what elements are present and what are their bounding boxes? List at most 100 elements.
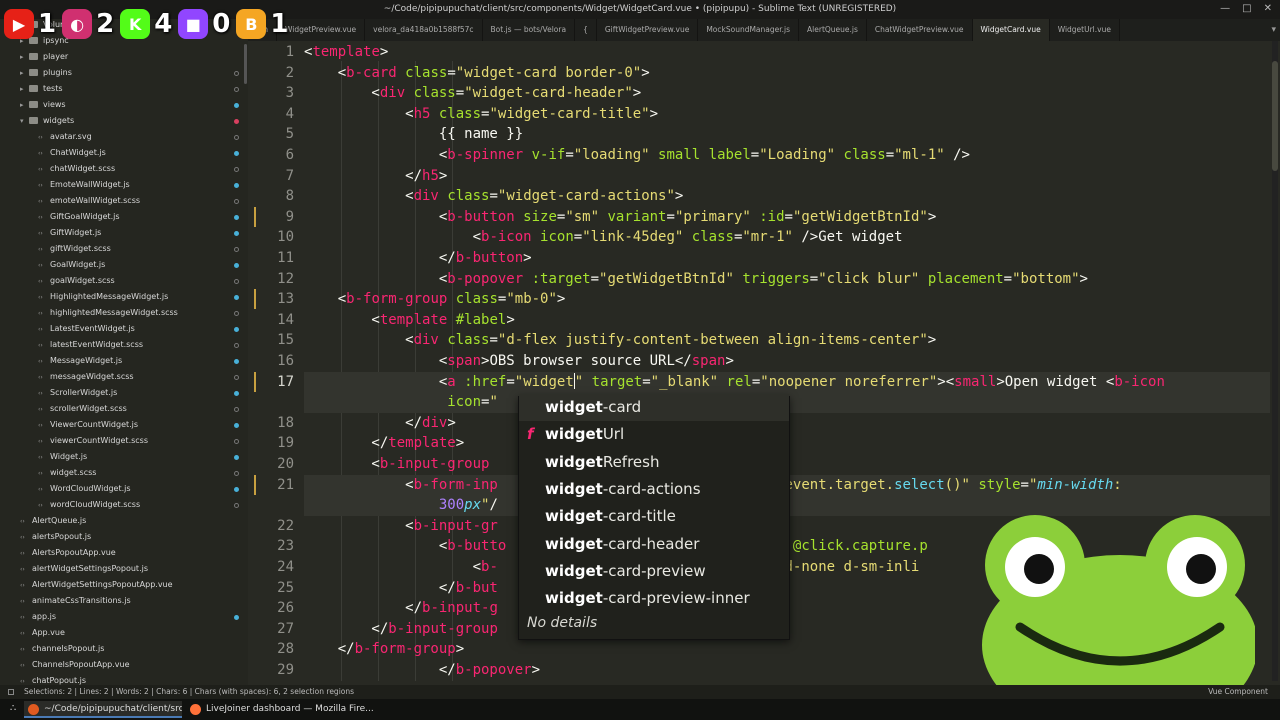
code-line[interactable]: <b-icon icon="link-45deg" class="mr-1" /… — [304, 227, 903, 248]
sidebar-item[interactable]: ‹› GoalWidget.js — [38, 257, 105, 273]
sidebar-item[interactable]: ‹› channelsPopout.js — [20, 641, 104, 657]
tab-1[interactable]: WidgetPreview.vue — [277, 19, 366, 41]
sidebar-item[interactable]: ▾ widgets — [20, 113, 74, 129]
sidebar-item[interactable]: ‹› ChatWidget.js — [38, 145, 106, 161]
sidebar-item[interactable]: ‹› app.js — [20, 609, 56, 625]
sidebar-item[interactable]: ‹› wordCloudWidget.scss — [38, 497, 140, 513]
code-line[interactable]: </template> — [304, 433, 464, 454]
autocomplete-item[interactable]: widget-card-title — [519, 503, 789, 530]
autocomplete-item[interactable]: widget-card-actions — [519, 476, 789, 503]
code-line[interactable]: <a :href="widget" target="_blank" rel="n… — [304, 371, 1270, 393]
code-line[interactable]: <b-popover :target="getWidgetBtnId" trig… — [304, 269, 1088, 290]
tab-2[interactable]: velora_da418a0b1588f57c — [365, 19, 483, 41]
code-line[interactable]: {{ name }} — [304, 124, 523, 145]
autocomplete-item[interactable]: widgetRefresh — [519, 449, 789, 476]
sidebar-item[interactable]: ‹› GiftGoalWidget.js — [38, 209, 120, 225]
sidebar-item[interactable]: ‹› animateCssTransitions.js — [20, 593, 131, 609]
chevron-right-icon[interactable]: ▸ — [20, 49, 29, 65]
sidebar-item[interactable]: ‹› alertsPopout.js — [20, 529, 91, 545]
sidebar-item[interactable]: ‹› ChannelsPopoutApp.vue — [20, 657, 130, 673]
tab-10[interactable]: WidgetUrl.vue — [1050, 19, 1120, 41]
taskbar-item[interactable]: ~/Code/pipipupuchat/client/src/co... — [24, 701, 182, 718]
code-line[interactable]: <b-input-gr — [304, 516, 498, 537]
code-line[interactable]: </b-input-group — [304, 619, 497, 640]
tab-6[interactable]: MockSoundManager.js — [698, 19, 800, 41]
sidebar-item[interactable]: ‹› latestEventWidget.scss — [38, 337, 143, 353]
code-line[interactable]: <b-form-group class="mb-0"> — [304, 289, 566, 310]
tab-4[interactable]: { — [575, 19, 597, 41]
code-line[interactable]: <b-input-group — [304, 454, 498, 475]
autocomplete-item[interactable]: widget-card-preview-inner — [519, 585, 789, 612]
code-line[interactable]: <b-button size="sm" variant="primary" :i… — [304, 207, 936, 228]
sidebar-item[interactable]: ‹› ScrollerWidget.js — [38, 385, 117, 401]
sidebar-item[interactable]: ‹› App.vue — [20, 625, 65, 641]
sidebar-item[interactable]: ‹› widget.scss — [38, 465, 96, 481]
autocomplete-item[interactable]: f widgetUrl — [519, 421, 789, 448]
sidebar-item[interactable]: ‹› messageWidget.scss — [38, 369, 134, 385]
chevron-right-icon[interactable]: ▸ — [20, 97, 29, 113]
sidebar-item[interactable]: ‹› chatWidget.scss — [38, 161, 115, 177]
code-line[interactable]: <b-card class="widget-card border-0"> — [304, 63, 650, 84]
autocomplete-item[interactable]: widget-card — [519, 394, 789, 421]
sidebar-item[interactable]: ‹› highlightedMessageWidget.scss — [38, 305, 178, 321]
tab-9[interactable]: WidgetCard.vue — [972, 19, 1050, 41]
panel-toggle-icon[interactable] — [8, 689, 14, 695]
sidebar-item[interactable]: ‹› giftWidget.scss — [38, 241, 111, 257]
minimize-icon[interactable]: — — [1220, 3, 1230, 14]
sidebar-item[interactable]: ‹› goalWidget.scss — [38, 273, 115, 289]
maximize-icon[interactable]: □ — [1242, 3, 1251, 14]
app-menu-icon[interactable]: ∴ — [10, 703, 16, 714]
sidebar-scrollbar[interactable] — [244, 44, 247, 84]
tab-8[interactable]: ChatWidgetPreview.vue — [867, 19, 973, 41]
chevron-down-icon[interactable]: ▾ — [20, 113, 29, 129]
sidebar-item[interactable]: ‹› WordCloudWidget.js — [38, 481, 131, 497]
sidebar-item[interactable]: ‹› EmoteWallWidget.js — [38, 177, 130, 193]
sidebar-item[interactable]: ‹› avatar.svg — [38, 129, 92, 145]
sidebar-item[interactable]: ‹› GiftWidget.js — [38, 225, 101, 241]
sidebar-item[interactable]: ‹› LatestEventWidget.js — [38, 321, 135, 337]
code-line[interactable]: </b-popover> — [304, 660, 540, 681]
sidebar-item[interactable]: ▸ tests — [20, 81, 63, 97]
taskbar-item[interactable]: LiveJoiner dashboard — Mozilla Fire... — [186, 701, 376, 718]
autocomplete-item[interactable]: widget-card-header — [519, 531, 789, 558]
code-line[interactable]: </b-but — [304, 578, 498, 599]
code-line[interactable]: <template> — [304, 42, 388, 63]
close-icon[interactable]: ✕ — [1264, 3, 1272, 14]
code-line[interactable]: </h5> — [304, 166, 447, 187]
code-line[interactable]: </b-input-g — [304, 598, 498, 619]
code-line[interactable]: <h5 class="widget-card-title"> — [304, 104, 658, 125]
sidebar-item[interactable]: ‹› ViewerCountWidget.js — [38, 417, 138, 433]
sidebar-item[interactable]: ‹› viewerCountWidget.scss — [38, 433, 148, 449]
scrollbar-thumb[interactable] — [1272, 61, 1278, 171]
sidebar-item[interactable]: ‹› AlertsPopoutApp.vue — [20, 545, 116, 561]
sidebar-item[interactable]: ‹› alertWidgetSettingsPopout.js — [20, 561, 148, 577]
chevron-right-icon[interactable]: ▸ — [20, 65, 29, 81]
code-line[interactable]: </b-form-group> — [304, 639, 464, 660]
editor-scrollbar[interactable] — [1272, 41, 1278, 681]
tabs-overflow-icon[interactable]: ▾ — [1271, 19, 1276, 41]
sidebar-item[interactable]: ‹› Widget.js — [38, 449, 87, 465]
sidebar-item[interactable]: ‹› AlertWidgetSettingsPopoutApp.vue — [20, 577, 173, 593]
tab-7[interactable]: AlertQueue.js — [799, 19, 867, 41]
code-line[interactable]: <b-spinner v-if="loading" small label="L… — [304, 145, 970, 166]
sidebar-item[interactable]: ▸ views — [20, 97, 66, 113]
sidebar-item[interactable]: ‹› emoteWallWidget.scss — [38, 193, 140, 209]
code-line[interactable]: <template #label> — [304, 310, 514, 331]
code-line[interactable]: </b-button> — [304, 248, 532, 269]
code-line[interactable]: <span>OBS browser source URL</span> — [304, 351, 734, 372]
autocomplete-item[interactable]: widget-card-preview — [519, 558, 789, 585]
tab-5[interactable]: GiftWidgetPreview.vue — [597, 19, 699, 41]
tab-3[interactable]: Bot.js — bots/Velora — [483, 19, 576, 41]
code-line[interactable]: </div> — [304, 413, 456, 434]
sidebar-item[interactable]: ‹› HighlightedMessageWidget.js — [38, 289, 168, 305]
syntax-selector[interactable]: Vue Component — [1208, 685, 1268, 699]
sidebar-item[interactable]: ▸ player — [20, 49, 68, 65]
sidebar-item[interactable]: ▸ plugins — [20, 65, 72, 81]
code-line[interactable]: <div class="d-flex justify-content-betwe… — [304, 330, 936, 351]
sidebar-item[interactable]: ‹› chatPopout.js — [20, 673, 86, 685]
code-line[interactable]: <div class="widget-card-header"> — [304, 83, 641, 104]
chevron-right-icon[interactable]: ▸ — [20, 81, 29, 97]
sidebar-item[interactable]: ‹› MessageWidget.js — [38, 353, 122, 369]
sidebar-item[interactable]: ‹› scrollerWidget.scss — [38, 401, 127, 417]
sidebar-item[interactable]: ‹› AlertQueue.js — [20, 513, 86, 529]
